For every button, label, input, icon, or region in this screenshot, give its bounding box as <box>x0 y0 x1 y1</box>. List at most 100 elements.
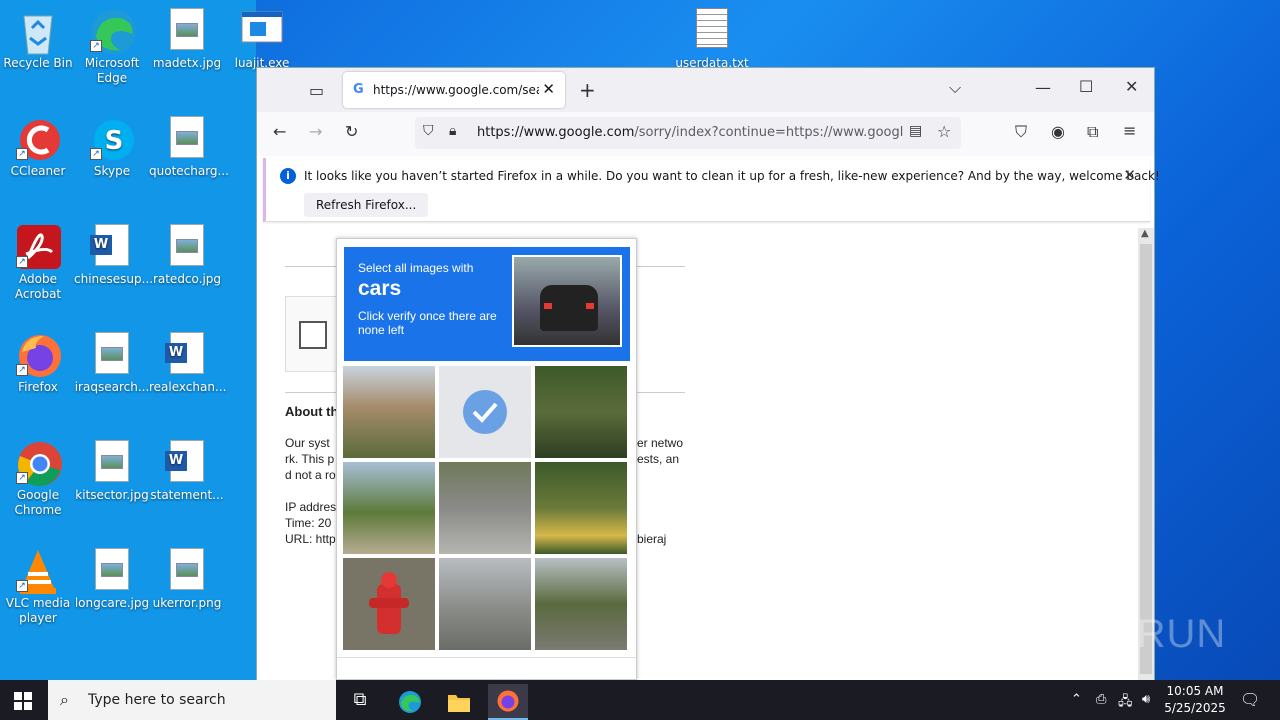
extensions-icon[interactable]: ⧉ <box>1087 122 1098 142</box>
device-icon[interactable]: ⎙ <box>1096 692 1106 707</box>
word-file-icon: W <box>90 224 134 268</box>
desktop-icon-luajit[interactable]: luajit.exe <box>224 8 300 71</box>
forward-icon[interactable]: → <box>309 122 322 141</box>
captcha-tile[interactable] <box>535 558 627 650</box>
desktop-icon-label: VLC media player <box>5 596 71 625</box>
notification-center-icon[interactable]: 🗨︎ <box>1240 690 1260 709</box>
desktop-icon-label: statement... <box>150 488 224 502</box>
desktop-icon-userdata[interactable]: userdata.txt <box>674 8 750 71</box>
desktop-icon-chinesesup[interactable]: W chinesesup... <box>74 224 153 287</box>
lock-icon[interactable]: 🔒︎ <box>449 123 456 139</box>
desktop-icon-google-chrome[interactable]: ↗ Google Chrome <box>0 440 76 518</box>
back-icon[interactable]: ← <box>273 122 286 141</box>
search-placeholder: Type here to search <box>88 692 226 708</box>
tab-google-search[interactable]: G https://www.google.com/search ✕ <box>343 72 565 108</box>
desktop-icon-statement[interactable]: W statement... <box>149 440 225 503</box>
file-explorer-icon[interactable] <box>439 684 479 720</box>
taskbar-search-box[interactable]: ⌕ Type here to search <box>48 680 336 720</box>
firefox-taskbar-icon[interactable] <box>488 684 528 720</box>
sample-car-image <box>512 255 622 347</box>
tab-bar: ▭ G https://www.google.com/search ✕ + ⌵ … <box>257 68 1154 112</box>
info-icon: i <box>280 168 296 184</box>
shield-icon[interactable]: ⛉ <box>423 123 434 139</box>
captcha-tile[interactable] <box>535 462 627 554</box>
captcha-tile[interactable] <box>343 558 435 650</box>
desktop-icon-recycle-bin[interactable]: Recycle Bin <box>0 8 76 71</box>
desktop-icon-quotecharg[interactable]: quotecharg... <box>149 116 229 179</box>
desktop-icon-label: Skype <box>93 164 131 178</box>
desktop-icon-label: madetx.jpg <box>152 56 222 70</box>
close-window-icon[interactable]: ✕ <box>1125 77 1138 96</box>
clock-date: 5/25/2025 <box>1164 701 1226 715</box>
desktop-icon-label: CCleaner <box>10 164 66 178</box>
pocket-icon[interactable]: ⛉ <box>1015 122 1027 142</box>
captcha-tile[interactable] <box>439 558 531 650</box>
chrome-icon: ↗ <box>16 440 62 487</box>
desktop-icon-kitsector[interactable]: kitsector.jpg <box>74 440 150 503</box>
account-icon[interactable]: ◉ <box>1051 122 1065 141</box>
windows-start-icon[interactable] <box>14 692 32 710</box>
desktop-icon-madetx[interactable]: madetx.jpg <box>149 8 225 71</box>
taskbar: ⌕ Type here to search ⧉ ⌃ ⎙ 🖧︎ 🔊︎ 10:05 … <box>0 680 1280 720</box>
image-file-icon <box>165 224 209 268</box>
minimize-icon[interactable]: — <box>1035 78 1051 97</box>
scrollbar-thumb[interactable] <box>1140 244 1152 674</box>
tab-title: https://www.google.com/search <box>373 83 539 97</box>
reload-icon[interactable]: ↻ <box>345 122 358 141</box>
url-bar[interactable]: ⛉ 🔒︎ https://www.google.com/sorry/index?… <box>415 117 961 149</box>
desktop-icon-ratedco[interactable]: ratedco.jpg <box>149 224 225 287</box>
desktop-icon-ccleaner[interactable]: ↗ CCleaner <box>0 116 76 179</box>
desktop-icon-label: Adobe Acrobat <box>14 272 62 301</box>
desktop-icon-firefox[interactable]: ↗ Firefox <box>0 332 76 395</box>
close-tab-icon[interactable]: ✕ <box>542 80 555 98</box>
reader-view-icon[interactable]: ▤ <box>909 123 922 139</box>
recaptcha-checkbox[interactable] <box>299 321 327 349</box>
desktop-icon-ukerror[interactable]: ukerror.png <box>149 548 225 611</box>
recycle-bin-icon <box>16 8 60 55</box>
list-tabs-chevron-icon[interactable]: ⌵ <box>949 78 961 98</box>
desktop-icon-microsoft-edge[interactable]: ↗ Microsoft Edge <box>74 8 150 86</box>
desktop-icon-realexchan[interactable]: W realexchan... <box>149 332 226 395</box>
captcha-tile-selected[interactable] <box>439 366 531 458</box>
refresh-firefox-notification: i It looks like you haven’t started Fire… <box>263 158 1160 222</box>
page-line: er netwo <box>637 436 684 450</box>
search-icon: ⌕ <box>60 690 69 709</box>
maximize-icon[interactable]: ☐ <box>1079 77 1093 96</box>
task-view-icon[interactable]: ⧉ <box>340 684 380 720</box>
scroll-up-icon[interactable]: ▲ <box>1141 228 1149 239</box>
anyrun-watermark: ANY RUN <box>1040 612 1227 656</box>
skype-icon: S ↗ <box>90 116 134 160</box>
page-line: d not a ro <box>285 468 336 482</box>
url-label: URL: http <box>285 532 336 546</box>
desktop-icon-vlc[interactable]: ↗ VLC media player <box>0 548 76 626</box>
bookmark-star-icon[interactable]: ☆ <box>937 122 951 141</box>
desktop-icon-iraqsearch[interactable]: iraqsearch... <box>74 332 150 395</box>
menu-icon[interactable]: ≡ <box>1123 121 1136 140</box>
image-file-icon <box>90 440 134 484</box>
desktop-icon-longcare[interactable]: longcare.jpg <box>74 548 150 611</box>
recaptcha-challenge: Select all images with cars Click verify… <box>336 238 637 680</box>
image-file-icon <box>90 548 134 592</box>
desktop-icon-adobe-acrobat[interactable]: ↗ Adobe Acrobat <box>0 224 76 302</box>
ccleaner-icon: ↗ <box>16 116 60 160</box>
captcha-tile[interactable] <box>439 462 531 554</box>
ip-label: IP addres <box>285 500 337 514</box>
desktop-icon-label: quotecharg... <box>149 164 229 178</box>
text-file-icon <box>690 8 734 52</box>
fire-hydrant-icon <box>369 572 409 634</box>
desktop-icon-skype[interactable]: S ↗ Skype <box>74 116 150 179</box>
refresh-firefox-button[interactable]: Refresh Firefox... <box>304 193 429 217</box>
show-hidden-icons-icon[interactable]: ⌃ <box>1071 692 1082 707</box>
network-icon[interactable]: 🖧︎ <box>1118 692 1133 714</box>
clock[interactable]: 10:05 AM 5/25/2025 <box>1162 683 1228 717</box>
captcha-tile[interactable] <box>343 366 435 458</box>
captcha-tile[interactable] <box>535 366 627 458</box>
edge-taskbar-icon[interactable] <box>390 684 430 720</box>
new-tab-icon[interactable]: + <box>579 78 596 102</box>
word-file-icon: W <box>165 440 209 484</box>
close-notification-icon[interactable]: ✕ <box>1123 166 1136 184</box>
captcha-tile[interactable] <box>343 462 435 554</box>
target-object: cars <box>358 277 402 300</box>
tab-manager-icon[interactable]: ▭ <box>309 81 324 100</box>
volume-icon[interactable]: 🔊︎ <box>1142 692 1150 707</box>
